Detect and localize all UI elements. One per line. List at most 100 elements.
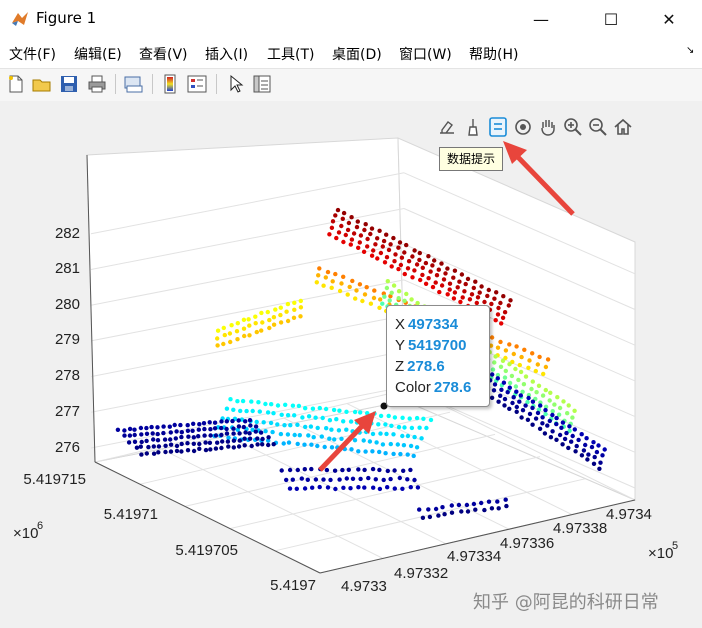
scatter-point bbox=[122, 433, 127, 438]
scatter-point bbox=[386, 247, 392, 253]
scatter-point bbox=[294, 486, 299, 491]
scatter-point bbox=[519, 415, 524, 420]
scatter-point bbox=[241, 326, 247, 331]
datatip-z-row: Z 278.6 bbox=[395, 358, 445, 375]
pan-hand-icon[interactable] bbox=[537, 116, 559, 138]
rotate-3d-icon[interactable] bbox=[512, 116, 534, 138]
scatter-point bbox=[190, 428, 195, 433]
scatter-point bbox=[361, 249, 367, 254]
scatter-point bbox=[253, 429, 258, 434]
scatter-point bbox=[240, 398, 246, 404]
datatip[interactable]: X 497334 Y 5419700 Z 278.6 Color 278.6 bbox=[386, 305, 490, 407]
scatter-point bbox=[271, 442, 276, 447]
z-tick-labels: 282 281 280 279 278 277 276 bbox=[55, 225, 80, 456]
scatter-point bbox=[380, 244, 385, 249]
axes-box bbox=[86, 137, 637, 574]
scatter-point bbox=[325, 485, 331, 490]
scatter-point bbox=[439, 283, 445, 288]
scatter-point bbox=[530, 351, 535, 356]
home-icon[interactable] bbox=[612, 116, 634, 138]
scatter-point bbox=[241, 424, 246, 430]
y-exponent-label: ×10 6 bbox=[13, 520, 43, 542]
scatter-point bbox=[392, 415, 398, 420]
scatter-point bbox=[341, 419, 346, 424]
scatter-point bbox=[366, 475, 371, 481]
scatter-point bbox=[357, 282, 363, 287]
scatter-point bbox=[374, 440, 379, 445]
scatter-point bbox=[392, 486, 397, 491]
scatter-point bbox=[362, 467, 367, 473]
scatter-point bbox=[186, 434, 191, 439]
scatter-point bbox=[310, 406, 316, 411]
scatter-point bbox=[547, 418, 552, 424]
scatter-point bbox=[486, 499, 492, 504]
scatter-point bbox=[496, 305, 501, 311]
scatter-point bbox=[447, 287, 452, 292]
scatter-point bbox=[365, 244, 370, 249]
scatter-point bbox=[224, 419, 229, 424]
scatter-point bbox=[463, 281, 468, 287]
scatter-point bbox=[285, 318, 291, 324]
data-tips-icon[interactable] bbox=[487, 116, 509, 138]
scatter-point bbox=[356, 485, 361, 490]
scatter-point bbox=[329, 225, 335, 230]
scatter-point bbox=[579, 453, 585, 458]
scatter-point bbox=[347, 284, 352, 290]
scatter-point bbox=[600, 453, 605, 458]
scatter-point bbox=[408, 467, 413, 473]
scatter-point bbox=[489, 301, 494, 307]
scatter-point bbox=[231, 438, 237, 443]
scatter-point bbox=[594, 449, 600, 455]
scatter-point bbox=[550, 429, 555, 434]
scatter-point bbox=[573, 449, 578, 454]
export-icon[interactable] bbox=[436, 116, 458, 138]
scatter-point bbox=[179, 449, 184, 454]
scatter-point bbox=[417, 250, 422, 256]
scatter-point bbox=[367, 439, 373, 444]
scatter-point bbox=[341, 274, 346, 279]
scatter-point bbox=[215, 336, 220, 341]
scatter-point bbox=[479, 500, 484, 506]
scatter-point bbox=[337, 288, 343, 294]
scatter-point bbox=[402, 298, 407, 303]
scatter-point bbox=[349, 215, 354, 220]
scatter-point bbox=[510, 400, 515, 406]
datatip-x-label: X bbox=[395, 316, 406, 333]
scatter-point bbox=[401, 468, 406, 473]
brush-icon[interactable] bbox=[462, 116, 484, 138]
zoom-in-icon[interactable] bbox=[562, 116, 584, 138]
scatter-point bbox=[162, 437, 168, 442]
scatter-point bbox=[566, 403, 571, 408]
scatter-point bbox=[415, 485, 421, 490]
scatter-point bbox=[358, 476, 363, 482]
zoom-out-icon[interactable] bbox=[587, 116, 609, 138]
scatter-point bbox=[316, 273, 321, 278]
scatter-point bbox=[382, 260, 388, 265]
scatter-point bbox=[196, 427, 201, 432]
scatter-point bbox=[526, 395, 531, 401]
scatter-point bbox=[371, 248, 376, 253]
scatter-point bbox=[341, 485, 346, 490]
scatter-point bbox=[557, 432, 563, 438]
scatter-point bbox=[236, 444, 242, 449]
scatter-point bbox=[381, 477, 386, 483]
scatter-point bbox=[412, 477, 417, 483]
scatter-point bbox=[545, 357, 551, 362]
scatter-point bbox=[235, 399, 240, 404]
scatter-point bbox=[275, 422, 280, 427]
scatter-point bbox=[196, 434, 201, 439]
scatter-point bbox=[305, 477, 310, 482]
scatter-point bbox=[228, 339, 233, 345]
scatter-point bbox=[400, 486, 405, 491]
scatter-point bbox=[238, 408, 243, 414]
scatter-point bbox=[560, 442, 565, 447]
scatter-point bbox=[495, 312, 501, 317]
scatter-point bbox=[203, 440, 208, 445]
scatter-point bbox=[207, 420, 212, 425]
scatter-point bbox=[391, 451, 396, 457]
scatter-point bbox=[363, 222, 368, 227]
scatter-point bbox=[395, 442, 400, 447]
scatter-point bbox=[503, 368, 508, 374]
scatter-point bbox=[349, 237, 355, 242]
scatter-point bbox=[298, 314, 303, 319]
